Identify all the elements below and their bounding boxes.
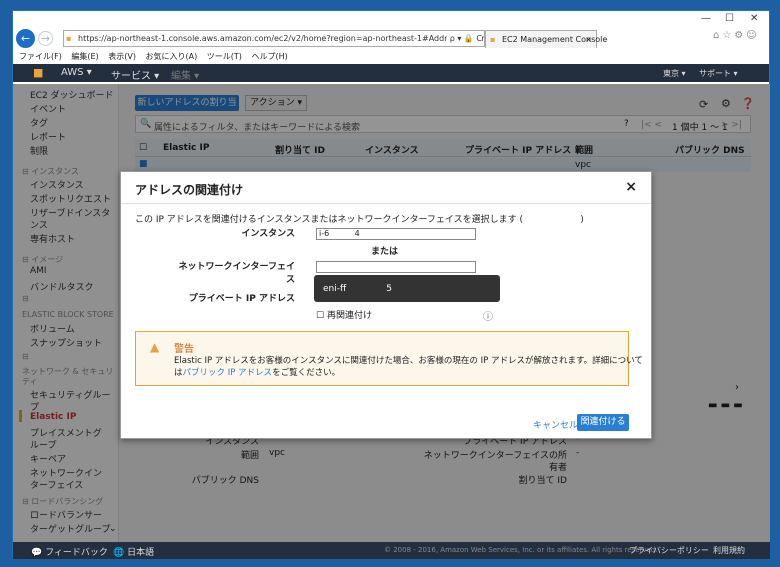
close-window-icon[interactable]: ✕ xyxy=(750,13,758,24)
dialog-description: この IP アドレスを関連付けるインスタンスまたはネットワークインターフェイスを… xyxy=(135,215,584,225)
nic-suggestion-dropdown[interactable]: eni-ff 5 xyxy=(314,275,500,302)
edit-menu[interactable]: 編集 ▾ xyxy=(171,67,199,82)
browser-toolbar-icons[interactable]: ⌂☆⚙☺ xyxy=(713,30,760,41)
associate-button[interactable]: 関連付ける xyxy=(577,414,629,431)
aws-cube-icon[interactable]: ■ xyxy=(33,66,43,79)
tab-favicon-icon: ▪ xyxy=(490,35,496,44)
url-text: https://ap-northeast-1.console.aws.amazo… xyxy=(78,34,485,43)
private-ip-label: プライベート IP アドレス xyxy=(188,294,295,304)
language-link[interactable]: 🌐 日本語 xyxy=(113,545,154,558)
or-label: または xyxy=(371,247,399,257)
nic-input[interactable] xyxy=(316,261,476,273)
warning-icon: ▲ xyxy=(150,340,160,354)
aws-menu[interactable]: AWS ▾ xyxy=(61,67,92,78)
aws-nav-bar: ■ AWS ▾ サービス ▾ 編集 ▾ 東京 ▾ サポート ▾ xyxy=(13,64,769,82)
privacy-link[interactable]: プライバシーポリシー xyxy=(629,545,709,556)
back-icon[interactable]: ← xyxy=(16,29,35,48)
instance-input[interactable]: i-6 4 xyxy=(316,228,476,240)
terms-link[interactable]: 利用規約 xyxy=(713,545,745,556)
services-menu[interactable]: サービス ▾ xyxy=(111,67,159,82)
forward-icon[interactable]: → xyxy=(38,31,53,46)
dialog-title: アドレスの関連付け xyxy=(135,183,244,197)
associate-address-dialog: アドレスの関連付け × この IP アドレスを関連付けるインスタンスまたはネット… xyxy=(120,171,652,439)
info-icon[interactable]: ⓘ xyxy=(483,308,493,323)
nic-label: ネットワークインターフェイス xyxy=(178,262,295,285)
dialog-header: アドレスの関連付け × xyxy=(121,172,651,204)
menu-bar: ファイル(F) 編集(E) 表示(V) お気に入り(A) ツール(T) ヘルプ(… xyxy=(13,51,769,64)
menu-file[interactable]: ファイル(F) xyxy=(19,52,62,61)
region-menu[interactable]: 東京 ▾ xyxy=(663,68,686,79)
home-icon[interactable]: ⌂ xyxy=(713,30,722,41)
warning-text: Elastic IP アドレスをお客様のインスタンスに関連付けた場合、お客様の現… xyxy=(174,356,643,366)
tab-close-icon[interactable]: × xyxy=(585,31,592,48)
feedback-link[interactable]: 💬 フィードバック xyxy=(31,545,108,558)
url-bar[interactable]: ▪ https://ap-northeast-1.console.aws.ama… xyxy=(63,30,485,47)
site-icon: ▪ xyxy=(66,34,72,43)
warning-box: ▲ 警告 Elastic IP アドレスをお客様のインスタンスに関連付けた場合、… xyxy=(135,331,643,386)
minimize-icon[interactable]: — xyxy=(701,13,711,24)
favorites-icon[interactable]: ☆ xyxy=(722,30,734,41)
browser-window: — ☐ ✕ ← → ▪ https://ap-northeast-1.conso… xyxy=(12,10,770,559)
maximize-icon[interactable]: ☐ xyxy=(725,13,734,24)
settings-icon[interactable]: ⚙ xyxy=(734,30,746,41)
public-ip-link[interactable]: パブリック IP アドレス xyxy=(183,368,273,378)
smiley-icon[interactable]: ☺ xyxy=(746,30,759,41)
close-icon[interactable]: × xyxy=(625,179,637,195)
menu-favorites[interactable]: お気に入り(A) xyxy=(146,52,198,61)
title-bar: — ☐ ✕ xyxy=(13,11,769,27)
warning-title: 警告 xyxy=(174,344,194,355)
cancel-button[interactable]: キャンセル xyxy=(533,418,578,431)
menu-tools[interactable]: ツール(T) xyxy=(207,52,242,61)
address-row: ← → ▪ https://ap-northeast-1.console.aws… xyxy=(13,27,769,51)
instance-label: インスタンス xyxy=(241,229,295,239)
menu-help[interactable]: ヘルプ(H) xyxy=(251,52,287,61)
copyright: © 2008 - 2016, Amazon Web Services, Inc.… xyxy=(384,546,658,554)
browser-tab[interactable]: ▪ EC2 Management Console × xyxy=(485,30,607,48)
menu-view[interactable]: 表示(V) xyxy=(108,52,136,61)
reassociate-checkbox[interactable]: ☐ 再関連付け xyxy=(316,308,372,321)
footer: 💬 フィードバック 🌐 日本語 © 2008 - 2016, Amazon We… xyxy=(13,542,770,559)
support-menu[interactable]: サポート ▾ xyxy=(699,68,738,79)
menu-edit[interactable]: 編集(E) xyxy=(71,52,98,61)
warning-text-line2: はパブリック IP アドレスをご覧ください。 xyxy=(174,368,341,378)
url-controls[interactable]: ρ ▾ 🔒 C xyxy=(446,31,482,46)
